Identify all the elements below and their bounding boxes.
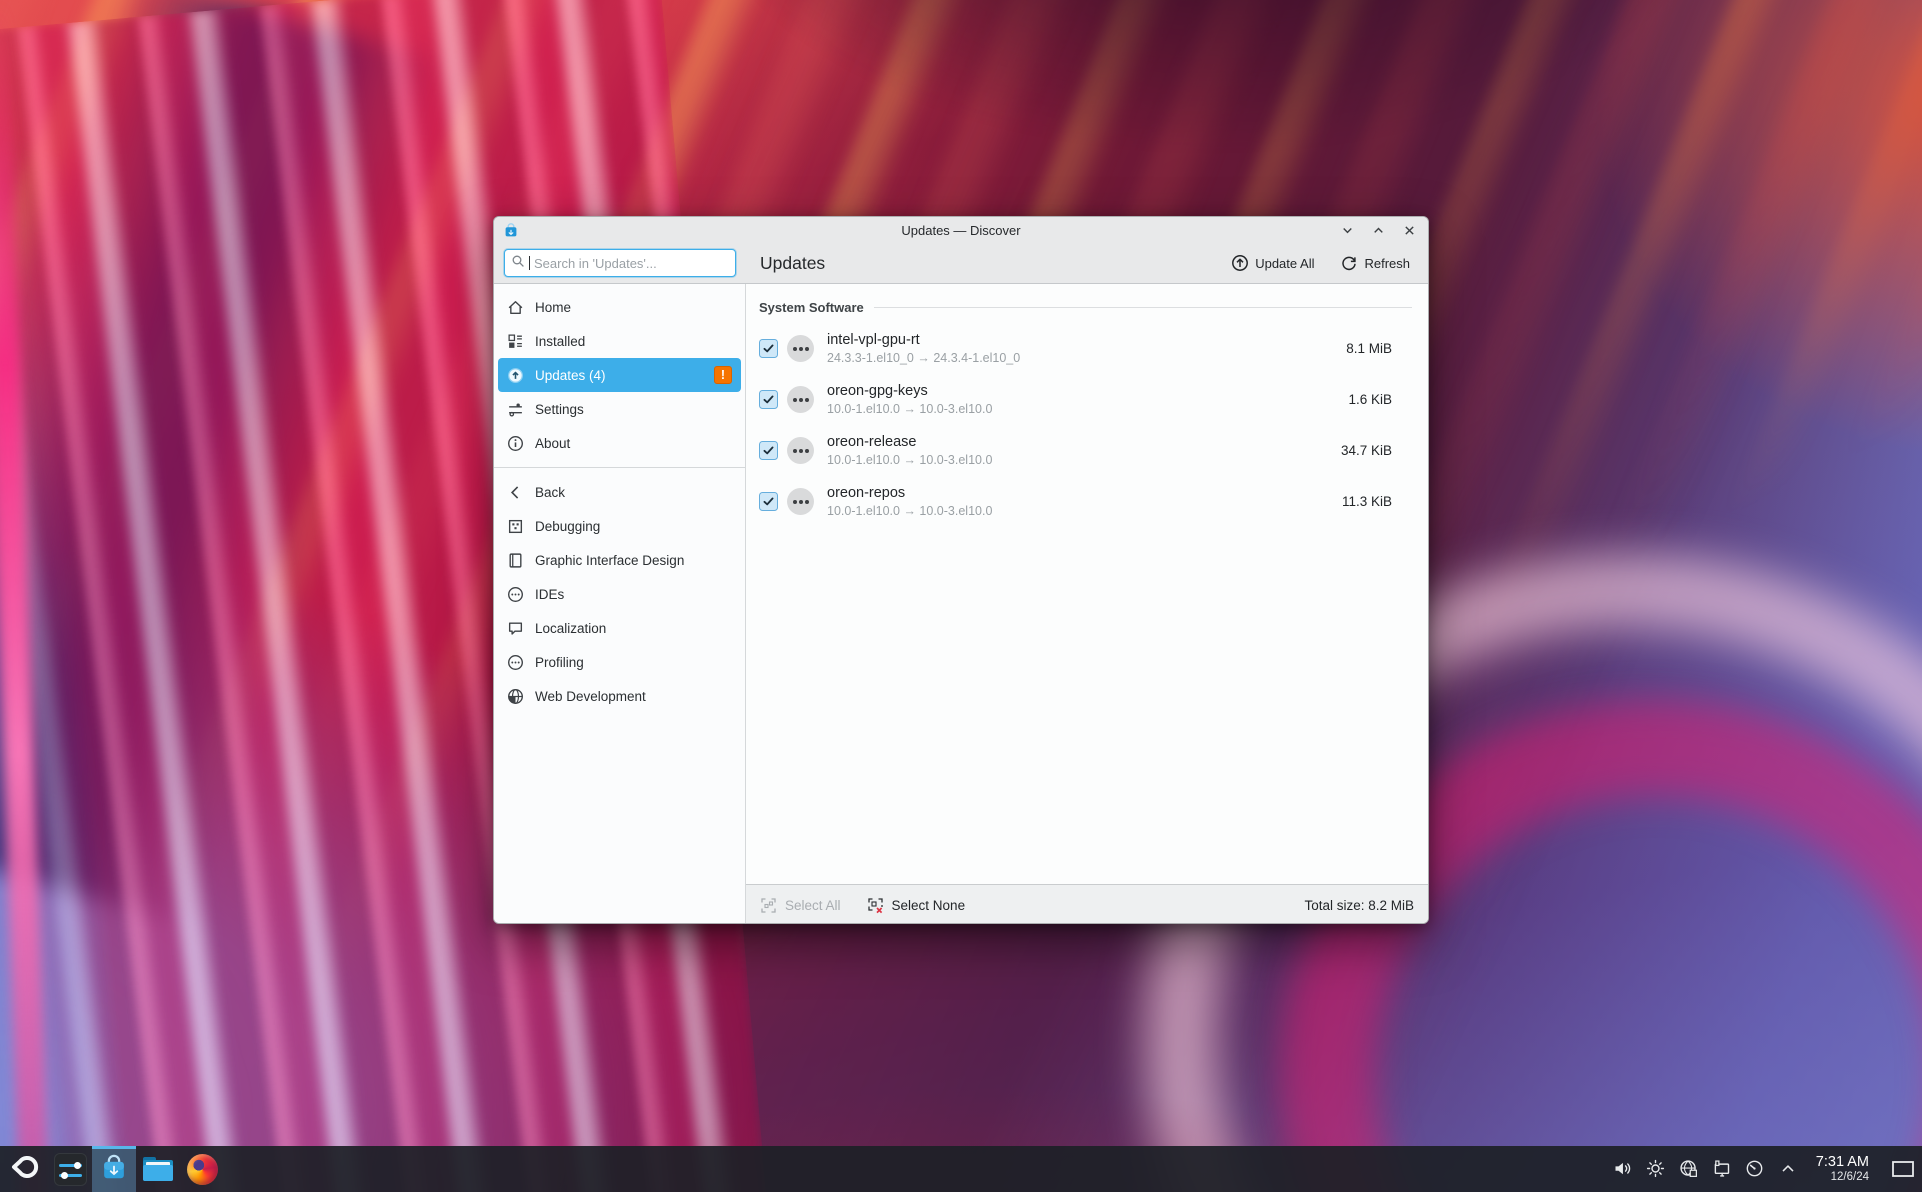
brightness-icon[interactable]: [1645, 1158, 1667, 1180]
text-caret: [529, 256, 530, 270]
package-name: oreon-repos: [827, 485, 992, 502]
select-all-button[interactable]: Select All: [760, 897, 841, 914]
package-version: 24.3.3-1.el10_0 → 24.3.4-1.el10_0: [827, 351, 1020, 365]
package-version: 10.0-1.el10.0 → 10.0-3.el10.0: [827, 504, 992, 518]
update-row[interactable]: oreon-release 10.0-1.el10.0 → 10.0-3.el1…: [746, 425, 1428, 476]
home-icon: [507, 299, 524, 316]
search-icon: [511, 254, 525, 273]
sidebar-item-localization[interactable]: Localization: [498, 611, 741, 645]
package-name: oreon-release: [827, 434, 992, 451]
update-checkbox[interactable]: [759, 390, 778, 409]
package-size: 8.1 MiB: [1346, 341, 1392, 356]
file-manager-button[interactable]: [136, 1146, 180, 1192]
section-title: System Software: [759, 300, 864, 315]
updates-icon: [507, 367, 524, 384]
digital-clock[interactable]: 7:31 AM 12/6/24: [1816, 1154, 1869, 1183]
system-monitor-icon[interactable]: [1744, 1158, 1766, 1180]
package-version: 10.0-1.el10.0 → 10.0-3.el10.0: [827, 453, 992, 467]
oreon-launcher-icon: [10, 1151, 42, 1188]
network-icon[interactable]: [1678, 1158, 1700, 1180]
section-divider: [874, 307, 1412, 308]
package-icon: [787, 386, 814, 413]
folder-icon: [143, 1157, 173, 1181]
update-checkbox[interactable]: [759, 441, 778, 460]
update-row[interactable]: oreon-gpg-keys 10.0-1.el10.0 → 10.0-3.el…: [746, 374, 1428, 425]
package-name: oreon-gpg-keys: [827, 383, 992, 400]
discover-app-icon: [503, 222, 519, 238]
info-circle-icon: [507, 435, 524, 452]
app-launcher-button[interactable]: [4, 1146, 48, 1192]
window-header: Updates — Discover: [494, 217, 1428, 284]
update-checkbox[interactable]: [759, 492, 778, 511]
sidebar-item-back[interactable]: Back: [498, 475, 741, 509]
taskbar: 7:31 AM 12/6/24: [0, 1146, 1922, 1192]
minimize-button[interactable]: [1340, 223, 1354, 237]
system-settings-button[interactable]: [48, 1146, 92, 1192]
system-tray: 7:31 AM 12/6/24: [1612, 1154, 1916, 1183]
package-name: intel-vpl-gpu-rt: [827, 332, 1020, 349]
firefox-icon: [187, 1154, 218, 1185]
refresh-button[interactable]: Refresh: [1334, 250, 1416, 276]
package-size: 11.3 KiB: [1342, 494, 1392, 509]
system-settings-icon: [54, 1153, 87, 1186]
page-title: Updates: [760, 253, 825, 274]
update-list: intel-vpl-gpu-rt 24.3.3-1.el10_0 → 24.3.…: [746, 317, 1428, 527]
sidebar-item-graphic-interface-design[interactable]: Graphic Interface Design: [498, 543, 741, 577]
update-all-button[interactable]: Update All: [1225, 250, 1320, 276]
globe-icon: [507, 688, 524, 705]
sidebar-item-web-development[interactable]: Web Development: [498, 679, 741, 713]
close-button[interactable]: [1402, 223, 1416, 237]
clock-time: 7:31 AM: [1816, 1154, 1869, 1170]
settings-sliders-icon: [507, 401, 524, 418]
installed-icon: [507, 333, 524, 350]
package-icon: [787, 335, 814, 362]
document-icon: [507, 552, 524, 569]
window-title: Updates — Discover: [901, 223, 1020, 238]
speech-bubble-icon: [507, 620, 524, 637]
sidebar-item-debugging[interactable]: Debugging: [498, 509, 741, 543]
select-none-button[interactable]: Select None: [867, 897, 966, 914]
sidebar-separator: [494, 467, 745, 468]
selection-footer: Select All Select None Total size: 8.2 M…: [746, 884, 1428, 924]
update-row[interactable]: intel-vpl-gpu-rt 24.3.3-1.el10_0 → 24.3.…: [746, 323, 1428, 374]
discover-window: Updates — Discover: [493, 216, 1429, 924]
maximize-button[interactable]: [1371, 223, 1385, 237]
sidebar-item-installed[interactable]: Installed: [498, 324, 741, 358]
updates-page: System Software intel-vpl-gpu-rt 24.3.3-…: [746, 284, 1428, 924]
show-desktop-button[interactable]: [1890, 1158, 1916, 1180]
package-icon: [787, 488, 814, 515]
package-version: 10.0-1.el10.0 → 10.0-3.el10.0: [827, 402, 992, 416]
debugging-icon: [507, 518, 524, 535]
sidebar: Home Installed Updates (4) ! Settings: [494, 284, 746, 924]
sidebar-item-updates[interactable]: Updates (4) !: [498, 358, 741, 392]
expand-tray-icon[interactable]: [1777, 1158, 1799, 1180]
ellipsis-circle-icon: [507, 654, 524, 671]
display-icon[interactable]: [1711, 1158, 1733, 1180]
firefox-button[interactable]: [180, 1146, 224, 1192]
titlebar[interactable]: Updates — Discover: [494, 217, 1428, 243]
update-checkbox[interactable]: [759, 339, 778, 358]
sidebar-item-ides[interactable]: IDEs: [498, 577, 741, 611]
sidebar-item-settings[interactable]: Settings: [498, 392, 741, 426]
ellipsis-circle-icon: [507, 586, 524, 603]
sidebar-item-about[interactable]: About: [498, 426, 741, 460]
sidebar-item-home[interactable]: Home: [498, 290, 741, 324]
chevron-left-icon: [507, 484, 524, 501]
package-icon: [787, 437, 814, 464]
sidebar-item-profiling[interactable]: Profiling: [498, 645, 741, 679]
volume-icon[interactable]: [1612, 1158, 1634, 1180]
search-input[interactable]: Search in 'Updates'...: [504, 249, 736, 277]
package-size: 1.6 KiB: [1348, 392, 1392, 407]
discover-icon: [99, 1152, 129, 1187]
package-size: 34.7 KiB: [1341, 443, 1392, 458]
updates-count-badge: !: [714, 366, 732, 384]
search-placeholder: Search in 'Updates'...: [534, 256, 657, 271]
total-size-label: Total size: 8.2 MiB: [1304, 898, 1414, 913]
toolbar: Search in 'Updates'... Updates Update Al…: [494, 243, 1428, 283]
update-row[interactable]: oreon-repos 10.0-1.el10.0 → 10.0-3.el10.…: [746, 476, 1428, 527]
discover-task-button[interactable]: [92, 1146, 136, 1192]
clock-date: 12/6/24: [1816, 1171, 1869, 1184]
